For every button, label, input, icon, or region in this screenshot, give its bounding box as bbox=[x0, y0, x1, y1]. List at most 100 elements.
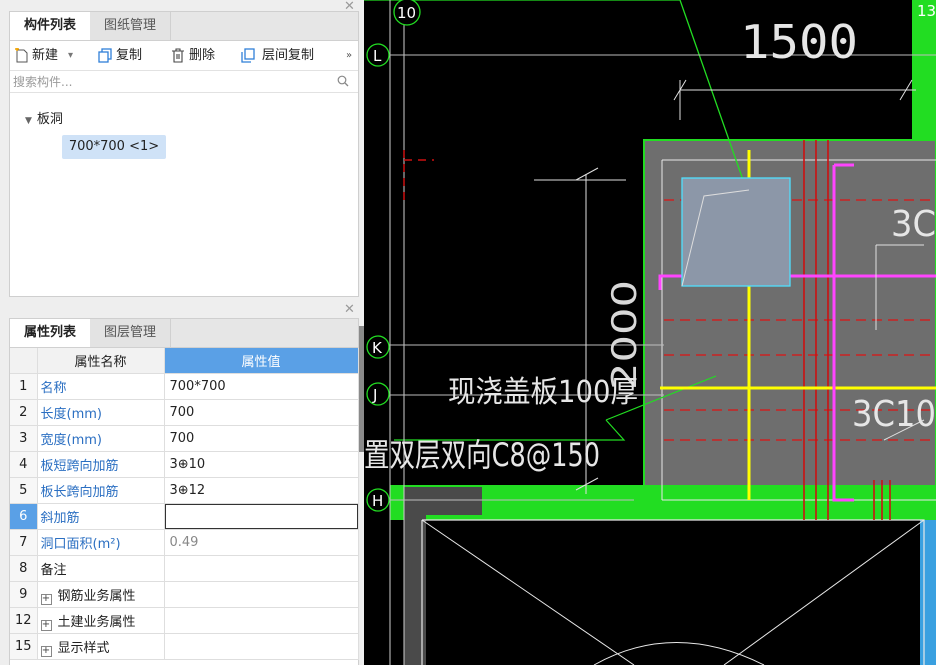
property-name: 板短跨向加筋 bbox=[37, 451, 165, 478]
property-group-label: 土建业务属性 bbox=[57, 614, 136, 630]
row-number: 12 bbox=[10, 607, 38, 634]
property-table: 属性名称 属性值 1 名称 700*700 2 长度(mm) 700 3 宽度(… bbox=[10, 348, 359, 660]
axis-bubble-13: 13 bbox=[917, 0, 936, 24]
tab-layer-management[interactable]: 图层管理 bbox=[90, 319, 171, 347]
header-property-value: 属性值 bbox=[164, 348, 359, 374]
property-value[interactable] bbox=[164, 555, 359, 582]
property-value bbox=[164, 581, 359, 608]
tab-drawing-management[interactable]: 图纸管理 bbox=[90, 12, 171, 40]
column-block bbox=[404, 487, 482, 515]
header-property-name: 属性名称 bbox=[37, 348, 165, 374]
property-value bbox=[164, 633, 359, 660]
row-number: 8 bbox=[10, 555, 38, 582]
note-cast-cover-slab: 现浇盖板100厚 bbox=[448, 375, 638, 410]
note-rebar-spec: 置双层双向C8@150 bbox=[364, 436, 600, 474]
row-number: 4 bbox=[10, 451, 38, 478]
copy-button[interactable]: 复制 bbox=[97, 41, 157, 71]
axis-bubble-J: J bbox=[366, 382, 390, 406]
row-number: 9 bbox=[10, 581, 38, 608]
property-group[interactable]: + 钢筋业务属性 bbox=[37, 581, 165, 608]
axis-bubble-10: 10 bbox=[393, 0, 421, 26]
opening-cross-lines bbox=[421, 519, 925, 665]
table-row[interactable]: 3 宽度(mm) 700 bbox=[10, 425, 359, 452]
svg-text:13: 13 bbox=[917, 2, 936, 20]
toolbar-more-button[interactable]: » bbox=[346, 41, 356, 71]
axis-bubble-L: L bbox=[366, 43, 390, 67]
property-group-label: 钢筋业务属性 bbox=[57, 588, 136, 604]
copy-icon bbox=[98, 48, 112, 63]
dimension-text-2000: 2000 bbox=[605, 280, 645, 390]
property-name: 备注 bbox=[37, 555, 165, 582]
property-group[interactable]: + 土建业务属性 bbox=[37, 607, 165, 634]
new-dropdown-icon[interactable]: ▾ bbox=[68, 41, 73, 71]
wall-left-block bbox=[404, 515, 426, 665]
row-number: 15 bbox=[10, 633, 38, 660]
table-row-group[interactable]: 9 + 钢筋业务属性 bbox=[10, 581, 359, 608]
property-value[interactable]: 700 bbox=[164, 425, 359, 452]
table-row-group[interactable]: 15 + 显示样式 bbox=[10, 633, 359, 660]
table-row[interactable]: 2 长度(mm) 700 bbox=[10, 399, 359, 426]
property-name: 名称 bbox=[37, 373, 165, 400]
cad-drawing-canvas[interactable]: 10 13 L K J H 1500 2000 现浇盖板100厚 置双层双向C8… bbox=[364, 0, 936, 665]
row-number: 2 bbox=[10, 399, 38, 426]
expand-plus-icon[interactable]: + bbox=[40, 619, 52, 631]
copy-label: 复制 bbox=[116, 48, 143, 63]
new-button[interactable]: 新建 ▾ bbox=[14, 41, 96, 71]
axis-line-10 bbox=[389, 0, 405, 665]
table-row[interactable]: 4 板短跨向加筋 3⊕10 bbox=[10, 451, 359, 478]
svg-text:10: 10 bbox=[397, 4, 416, 22]
axis-bubble-H: H bbox=[366, 488, 390, 512]
delete-label: 删除 bbox=[189, 48, 216, 63]
search-icon[interactable] bbox=[337, 75, 349, 87]
floor-copy-icon bbox=[241, 48, 255, 63]
table-row[interactable]: 8 备注 bbox=[10, 555, 359, 582]
slab-opening bbox=[681, 177, 791, 287]
component-search bbox=[10, 71, 358, 93]
table-row[interactable]: 1 名称 700*700 bbox=[10, 373, 359, 400]
component-panel-close-icon[interactable]: ✕ bbox=[344, 0, 355, 13]
table-row[interactable]: 5 板长跨向加筋 3⊕12 bbox=[10, 477, 359, 504]
svg-text:L: L bbox=[373, 47, 382, 65]
svg-text:H: H bbox=[372, 492, 383, 510]
property-list-panel: 属性列表 图层管理 属性名称 属性值 1 名称 700*700 2 长度(mm)… bbox=[9, 318, 359, 665]
expand-plus-icon[interactable]: + bbox=[40, 645, 52, 657]
table-row-group[interactable]: 12 + 土建业务属性 bbox=[10, 607, 359, 634]
property-name: 长度(mm) bbox=[37, 399, 165, 426]
opening-arc bbox=[593, 642, 765, 665]
tree-item-700x700[interactable]: 700*700 <1> bbox=[62, 135, 166, 159]
property-panel-close-icon[interactable]: ✕ bbox=[344, 303, 355, 316]
property-value[interactable]: 700*700 bbox=[164, 373, 359, 400]
property-value[interactable]: 3⊕10 bbox=[164, 451, 359, 478]
trash-icon bbox=[172, 48, 184, 63]
property-value[interactable]: 3⊕12 bbox=[164, 477, 359, 504]
header-num bbox=[10, 348, 38, 374]
red-dashed-lines bbox=[403, 150, 434, 200]
row-number: 1 bbox=[10, 373, 38, 400]
dimension-text-1500: 1500 bbox=[740, 15, 858, 69]
svg-text:K: K bbox=[372, 339, 383, 357]
property-name: 斜加筋 bbox=[37, 503, 165, 530]
property-name: 洞口面积(m²) bbox=[37, 529, 165, 556]
delete-button[interactable]: 删除 bbox=[170, 41, 230, 71]
property-value-input[interactable] bbox=[164, 503, 359, 530]
row-number: 3 bbox=[10, 425, 38, 452]
floor-copy-label: 层间复制 bbox=[262, 48, 315, 63]
property-group[interactable]: + 显示样式 bbox=[37, 633, 165, 660]
rebar-label-3c: 3C bbox=[891, 204, 936, 245]
table-row[interactable]: 7 洞口面积(m²) 0.49 bbox=[10, 529, 359, 556]
row-number: 5 bbox=[10, 477, 38, 504]
search-input[interactable] bbox=[13, 73, 323, 90]
property-panel-tabs: 属性列表 图层管理 bbox=[10, 319, 358, 348]
left-panel: 构件列表 图纸管理 新建 ▾ 复制 删除 层间复制 » 搜索构件... ▼ 板洞… bbox=[0, 0, 362, 665]
axis-bubble-K: K bbox=[366, 335, 390, 359]
component-toolbar: 新建 ▾ 复制 删除 层间复制 » bbox=[10, 41, 358, 71]
row-number: 7 bbox=[10, 529, 38, 556]
table-row-selected[interactable]: 6 斜加筋 bbox=[10, 503, 359, 530]
expand-plus-icon[interactable]: + bbox=[40, 593, 52, 605]
expand-arrow-icon[interactable]: ▼ bbox=[25, 116, 32, 126]
property-value[interactable]: 700 bbox=[164, 399, 359, 426]
tab-component-list[interactable]: 构件列表 bbox=[10, 12, 91, 40]
floor-copy-button[interactable]: 层间复制 bbox=[240, 41, 330, 71]
tab-property-list[interactable]: 属性列表 bbox=[10, 319, 91, 347]
tree-node-slab-opening[interactable]: ▼ 板洞 bbox=[25, 108, 63, 127]
